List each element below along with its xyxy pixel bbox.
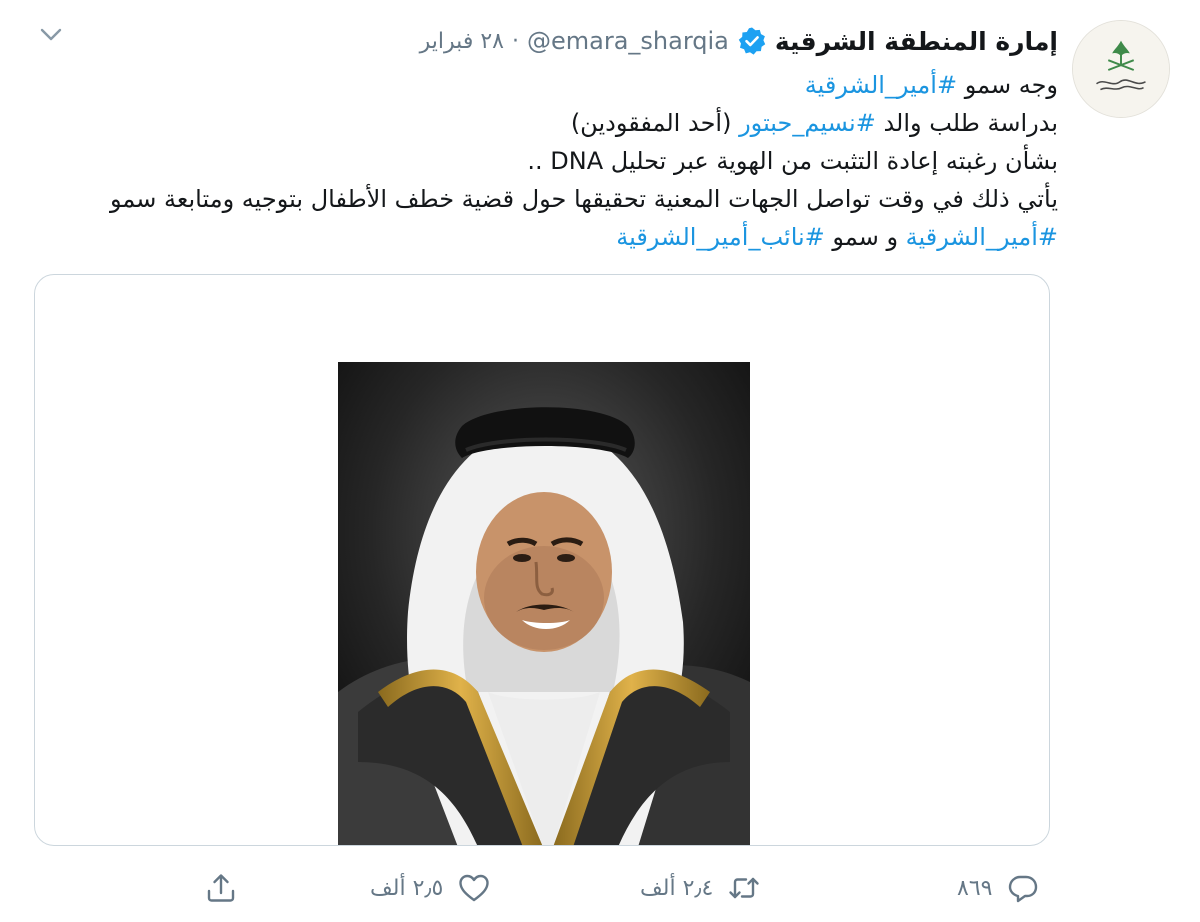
hashtag-link[interactable]: #أمير_الشرقية xyxy=(906,223,1058,251)
tweet-text-segment: (أحد المفقودين) xyxy=(570,109,740,137)
hashtag-link[interactable]: #نائب_أمير_الشرقية xyxy=(616,223,825,251)
author-name[interactable]: إمارة المنطقة الشرقية xyxy=(775,27,1058,56)
tweet-date[interactable]: ٢٨ فبراير xyxy=(420,29,504,54)
retweet-button[interactable]: ٢٫٤ ألف xyxy=(640,866,761,910)
heart-icon xyxy=(457,871,491,905)
like-button[interactable]: ٢٫٥ ألف xyxy=(370,866,491,910)
tweet-text: وجه سمو #أمير_الشرقية بدراسة طلب والد #ن… xyxy=(58,66,1058,256)
tweet-media[interactable] xyxy=(34,274,1050,846)
chevron-down-icon[interactable] xyxy=(36,22,66,46)
tweet-line-2: بدراسة طلب والد #نسيم_حبتور (أحد المفقود… xyxy=(58,104,1058,142)
like-count: ٢٫٥ ألف xyxy=(370,875,444,901)
reply-icon xyxy=(1006,871,1040,905)
separator-dot: · xyxy=(511,28,519,54)
author-handle[interactable]: @emara_sharqia xyxy=(527,27,729,55)
reply-count: ٨٦٩ xyxy=(957,875,993,901)
retweet-icon xyxy=(727,871,761,905)
verified-badge-icon xyxy=(737,26,767,56)
retweet-count: ٢٫٤ ألف xyxy=(640,875,714,901)
tweet-line-5: #أمير_الشرقية و سمو #نائب_أمير_الشرقية xyxy=(58,218,1058,256)
action-bar: ٨٦٩ ٢٫٤ ألف ٢٫٥ ألف xyxy=(0,866,1200,910)
tweet-line-3: بشأن رغبته إعادة التثبت من الهوية عبر تح… xyxy=(58,142,1058,180)
tweet[interactable]: إمارة المنطقة الشرقية @emara_sharqia · ٢… xyxy=(0,0,1200,922)
hashtag-link[interactable]: #أمير_الشرقية xyxy=(805,71,957,99)
tweet-text-segment: و سمو xyxy=(824,223,906,251)
emblem-logo xyxy=(1073,21,1169,117)
hashtag-link[interactable]: #نسيم_حبتور xyxy=(739,109,876,137)
tweet-text-segment: وجه سمو xyxy=(957,71,1058,99)
tweet-line-1: وجه سمو #أمير_الشرقية xyxy=(58,66,1058,104)
reply-button[interactable]: ٨٦٩ xyxy=(957,866,1040,910)
avatar[interactable] xyxy=(1072,20,1170,118)
tweet-line-4: يأتي ذلك في وقت تواصل الجهات المعنية تحق… xyxy=(58,180,1058,218)
tweet-text-segment: بشأن رغبته إعادة التثبت من الهوية عبر تح… xyxy=(527,147,1058,175)
portrait-photo[interactable] xyxy=(338,362,750,845)
share-button[interactable] xyxy=(204,866,238,910)
tweet-header: إمارة المنطقة الشرقية @emara_sharqia · ٢… xyxy=(420,18,1058,64)
share-icon xyxy=(204,871,238,905)
tweet-text-segment: يأتي ذلك في وقت تواصل الجهات المعنية تحق… xyxy=(110,185,1058,213)
tweet-text-segment: بدراسة طلب والد xyxy=(875,109,1058,137)
